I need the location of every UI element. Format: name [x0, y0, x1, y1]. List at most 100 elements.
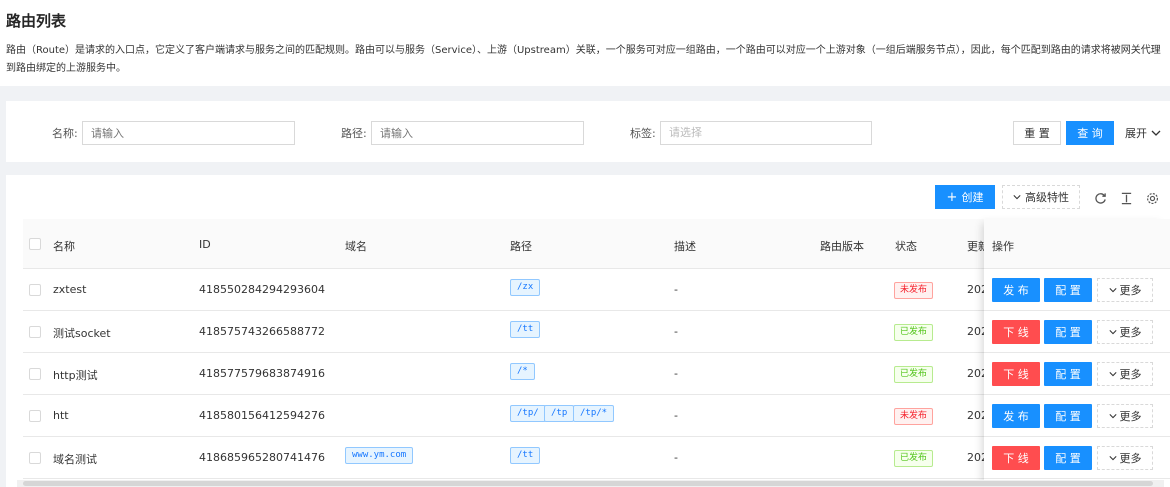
advanced-label: 高级特性 — [1025, 191, 1069, 204]
ops-row: 下 线 配 置 更多 — [984, 437, 1170, 479]
row-checkbox[interactable] — [29, 452, 41, 464]
path-filter-input[interactable] — [371, 121, 584, 145]
reset-button[interactable]: 重 置 — [1013, 121, 1061, 145]
chevron-down-icon — [1013, 195, 1021, 200]
page-description: 路由（Route）是请求的入口点，它定义了客户端请求与服务之间的匹配规则。路由可… — [6, 45, 1161, 74]
name-filter-label: 名称: — [52, 127, 78, 140]
domain-tag: www.ym.com — [345, 447, 414, 464]
more-label: 更多 — [1119, 410, 1142, 423]
route-id: 418685965280741476 — [199, 451, 325, 464]
col-name: 名称 — [53, 240, 75, 253]
path-tag: /tp/ — [510, 405, 546, 422]
path-tag: /tp/* — [573, 405, 615, 422]
configure-button[interactable]: 配 置 — [1044, 320, 1092, 344]
route-desc: - — [674, 451, 678, 464]
query-button[interactable]: 查 询 — [1066, 121, 1114, 145]
path-tag: /tt — [510, 321, 541, 338]
col-status: 状态 — [895, 240, 917, 253]
configure-button[interactable]: 配 置 — [1044, 362, 1092, 386]
ops-header: 操作 — [984, 219, 1170, 269]
route-desc: - — [674, 409, 678, 422]
chevron-down-icon — [1108, 330, 1117, 335]
scrollbar-thumb[interactable] — [23, 481, 1153, 486]
column-height-icon[interactable] — [1117, 189, 1135, 207]
route-name: htt — [53, 409, 69, 422]
configure-button[interactable]: 配 置 — [1044, 446, 1092, 470]
row-checkbox[interactable] — [29, 368, 41, 380]
col-domain: 域名 — [345, 240, 367, 253]
col-desc: 描述 — [674, 240, 696, 253]
configure-button[interactable]: 配 置 — [1044, 278, 1092, 302]
plus-icon: + — [946, 189, 958, 205]
ops-row: 下 线 配 置 更多 — [984, 311, 1170, 353]
offline-button[interactable]: 下 线 — [992, 362, 1040, 386]
more-label: 更多 — [1119, 284, 1142, 297]
status-badge: 未发布 — [894, 282, 934, 299]
chevron-down-icon — [1108, 456, 1117, 461]
page-header: 路由列表 路由（Route）是请求的入口点，它定义了客户端请求与服务之间的匹配规… — [0, 0, 1170, 86]
row-checkbox[interactable] — [29, 410, 41, 422]
ops-row: 发 布 配 置 更多 — [984, 395, 1170, 437]
name-filter-input[interactable] — [82, 121, 295, 145]
status-badge: 已发布 — [894, 366, 934, 383]
more-dropdown[interactable]: 更多 — [1097, 362, 1153, 386]
more-dropdown[interactable]: 更多 — [1097, 278, 1153, 302]
row-checkbox[interactable] — [29, 284, 41, 296]
col-path: 路径 — [510, 240, 532, 253]
more-label: 更多 — [1119, 368, 1142, 381]
chevron-down-icon — [1108, 288, 1117, 293]
create-button[interactable]: + 创建 — [935, 185, 995, 209]
select-all-checkbox[interactable] — [29, 238, 41, 250]
path-filter-label: 路径: — [341, 127, 367, 140]
chevron-down-icon — [1151, 130, 1161, 136]
more-label: 更多 — [1119, 326, 1142, 339]
col-version: 路由版本 — [820, 240, 864, 253]
advanced-features-button[interactable]: 高级特性 — [1002, 185, 1080, 209]
status-badge: 未发布 — [894, 408, 934, 425]
route-desc: - — [674, 283, 678, 296]
filter-panel: 名称: 路径: 标签: 请选择 重 置 查 询 展开 — [6, 101, 1170, 162]
page-title: 路由列表 — [6, 12, 67, 30]
more-label: 更多 — [1119, 452, 1142, 465]
status-badge: 已发布 — [894, 450, 934, 467]
create-label: 创建 — [961, 191, 984, 204]
more-dropdown[interactable]: 更多 — [1097, 446, 1153, 470]
route-id: 418575743266588772 — [199, 325, 325, 338]
route-desc: - — [674, 367, 678, 380]
path-tag: /tp — [544, 405, 575, 422]
more-dropdown[interactable]: 更多 — [1097, 404, 1153, 428]
route-name: 测试socket — [53, 327, 111, 340]
status-badge: 已发布 — [894, 324, 934, 341]
more-dropdown[interactable]: 更多 — [1097, 320, 1153, 344]
settings-icon[interactable] — [1143, 189, 1161, 207]
route-table-card: + 创建 高级特性 名称 ID 域名 路径 描述 路由版本 状态 更新 zxte… — [6, 175, 1170, 487]
path-tag: /zx — [510, 279, 541, 296]
route-id: 418577579683874916 — [199, 367, 325, 380]
route-name: zxtest — [53, 283, 87, 296]
offline-button[interactable]: 下 线 — [992, 320, 1040, 344]
route-id: 418580156412594276 — [199, 409, 325, 422]
reload-icon[interactable] — [1091, 189, 1109, 207]
tag-filter-select[interactable]: 请选择 — [660, 121, 872, 145]
horizontal-scrollbar[interactable] — [17, 480, 1164, 487]
route-desc: - — [674, 325, 678, 338]
col-ops: 操作 — [992, 240, 1014, 253]
route-name: http测试 — [53, 369, 98, 382]
expand-label: 展开 — [1125, 127, 1147, 140]
col-id: ID — [199, 238, 211, 251]
route-name: 域名测试 — [53, 453, 97, 466]
ops-row: 发 布 配 置 更多 — [984, 269, 1170, 311]
chevron-down-icon — [1108, 372, 1117, 377]
offline-button[interactable]: 下 线 — [992, 446, 1040, 470]
publish-button[interactable]: 发 布 — [992, 278, 1040, 302]
path-tag: /tt — [510, 447, 541, 464]
publish-button[interactable]: 发 布 — [992, 404, 1040, 428]
path-tag: /* — [510, 363, 535, 380]
tag-filter-label: 标签: — [630, 127, 656, 140]
operations-column: 操作 发 布 配 置 更多 下 线 配 置 更多 下 线 配 置 更多 发 布 … — [984, 219, 1170, 487]
expand-toggle[interactable]: 展开 — [1125, 125, 1161, 141]
configure-button[interactable]: 配 置 — [1044, 404, 1092, 428]
ops-row: 下 线 配 置 更多 — [984, 353, 1170, 395]
row-checkbox[interactable] — [29, 326, 41, 338]
chevron-down-icon — [1108, 414, 1117, 419]
